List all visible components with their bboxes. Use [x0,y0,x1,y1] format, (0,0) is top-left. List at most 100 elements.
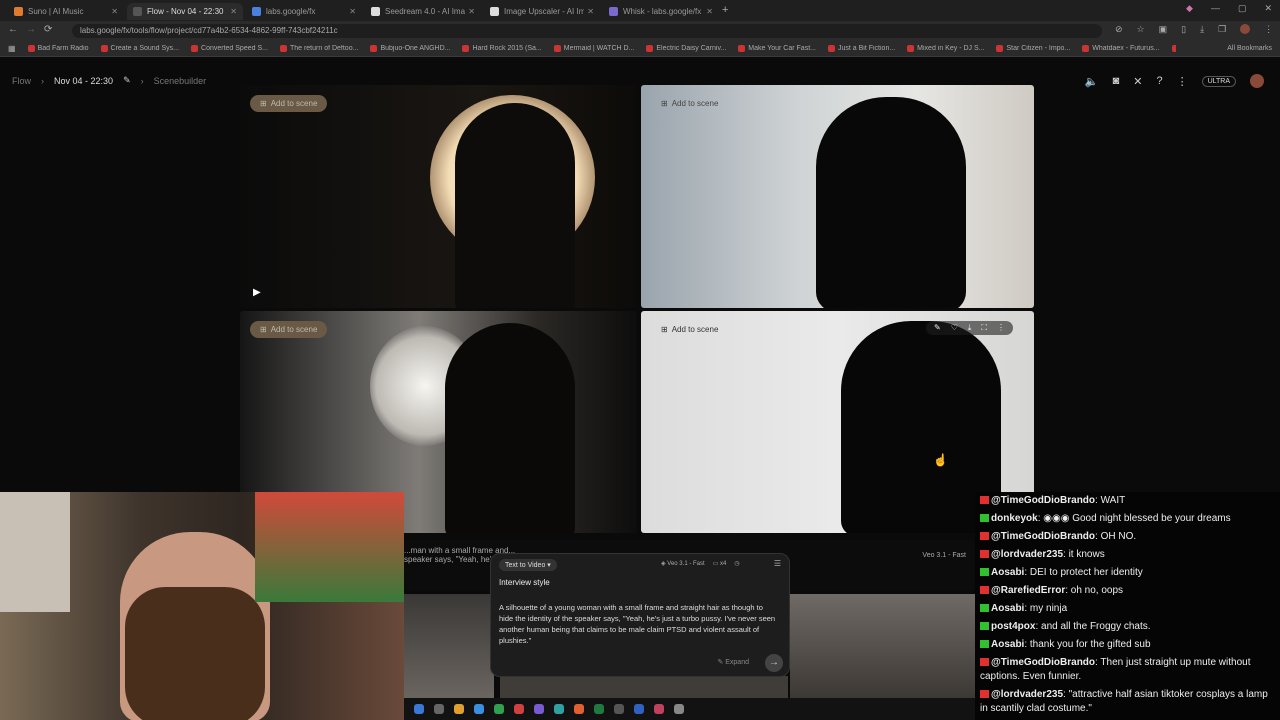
x-icon[interactable]: ✕ [1133,75,1142,88]
extensions-icon[interactable]: ▣ [1159,24,1168,35]
bookmark-item[interactable]: Bubjuo-One ANGHD... [370,45,450,52]
more-icon[interactable]: ⋮ [997,323,1005,333]
fullscreen-icon[interactable]: ⛶ [981,323,987,333]
browser-tab[interactable]: Seedream 4.0 - AI Image Gen✕ [365,3,481,20]
bookmark-favicon-icon [279,45,287,52]
download-icon[interactable]: ⤓ [968,323,972,333]
bookmark-item[interactable]: Hard Rock 2015 (Sa... [462,45,542,52]
sidebar-icon[interactable]: ▯ [1181,24,1186,35]
bookmark-item[interactable]: Just a Bit Fiction... [827,45,895,52]
send-button[interactable]: → [765,654,783,672]
app-icon[interactable] [574,704,584,714]
discord-icon[interactable]: ◙ [1113,75,1120,87]
play-icon[interactable]: ▶ [253,287,261,298]
heart-icon[interactable]: ♡ [951,323,958,333]
maximize-icon[interactable]: ▢ [1238,3,1247,14]
close-window-icon[interactable]: ✕ [1264,3,1272,14]
tab-close-icon[interactable]: ✕ [230,7,237,16]
edge-icon[interactable] [474,704,484,714]
add-to-scene-button[interactable]: ⊞ Add to scene [250,321,328,338]
tab-close-icon[interactable]: ✕ [349,7,356,16]
chat-text: it knows [1068,549,1105,560]
help-icon[interactable]: ? [1156,75,1162,87]
bookmark-item[interactable]: Bad Farm Radio [27,45,89,52]
style-label[interactable]: Interview style [499,578,550,587]
discord-icon[interactable] [534,704,544,714]
bookmark-favicon-icon [27,45,35,52]
app-icon[interactable] [654,704,664,714]
tab-close-icon[interactable]: ✕ [111,7,118,16]
chat-username: @lordvader235 [991,689,1064,700]
browser-tab[interactable]: Suno | AI Music ✕ [8,3,124,20]
search-icon[interactable] [434,704,444,714]
timer-icon[interactable]: ◷ [734,560,739,567]
edit-pencil-icon[interactable]: ✎ [123,75,131,86]
address-bar[interactable]: labs.google/fx/tools/flow/project/cd77a4… [72,24,1102,38]
star-icon[interactable]: ☆ [1137,24,1145,35]
bookmark-label: Converted Speed S... [201,45,268,52]
profile-dot-icon[interactable]: ◆ [1186,3,1193,14]
bookmark-item[interactable]: Bonobo Session Buil... [1171,45,1176,52]
prompt-input[interactable]: A silhouette of a young woman with a sma… [499,602,779,646]
folder-icon[interactable] [454,704,464,714]
excel-icon[interactable] [594,704,604,714]
settings-icon[interactable]: ☰ [774,559,781,568]
mode-selector[interactable]: Text to Video ▾ [499,559,557,571]
video-thumb[interactable] [500,676,788,698]
project-title[interactable]: Nov 04 - 22:30 [54,76,113,86]
browser-tab[interactable]: Flow - Nov 04 - 22:30 ✕ [127,3,243,20]
crumb-flow[interactable]: Flow [12,76,31,86]
start-icon[interactable] [414,704,424,714]
user-avatar[interactable] [1250,74,1264,88]
new-tab-button[interactable]: + [722,4,728,16]
browser-tab[interactable]: labs.google/fx ✕ [246,3,362,20]
tab-close-icon[interactable]: ✕ [706,7,713,16]
add-to-scene-button[interactable]: ⊞ Add to scene [651,321,728,338]
bookmark-item[interactable]: Electric Daisy Carniv... [646,45,726,52]
volume-icon[interactable]: 🔈 [1085,75,1099,88]
app-icon[interactable] [494,704,504,714]
all-bookmarks-link[interactable]: All Bookmarks [1227,45,1272,52]
video-thumb[interactable] [790,594,975,698]
video-thumb[interactable] [404,594,494,698]
eye-off-icon[interactable]: ⊘ [1115,24,1123,35]
edit-icon[interactable]: ✎ [934,323,941,333]
browser-tab[interactable]: Whisk - labs.google/fx ✕ [603,3,719,20]
tab-close-icon[interactable]: ✕ [587,7,594,16]
add-to-scene-button[interactable]: ⊞ Add to scene [250,95,328,112]
menu-icon[interactable]: ⋮ [1264,24,1273,35]
back-icon[interactable]: ← [8,24,18,35]
browser-tab[interactable]: Image Upscaler - AI Image Up✕ [484,3,600,20]
bookmark-item[interactable]: Converted Speed S... [191,45,268,52]
bookmark-item[interactable]: Create a Sound Sys... [100,45,179,52]
count-selector[interactable]: ▭ x4 [713,560,727,567]
chrome-icon[interactable] [514,704,524,714]
bookmark-item[interactable]: Star Citizen - Impo... [996,45,1070,52]
forward-icon[interactable]: → [26,24,36,35]
reload-icon[interactable]: ⟳ [44,24,52,35]
video-tile[interactable]: ⊞ Add to scene ▶ [240,85,637,308]
crumb-scenebuilder[interactable]: Scenebuilder [154,76,207,86]
app-icon[interactable] [674,704,684,714]
app-icon[interactable] [614,704,624,714]
bookmark-item[interactable]: Mermaid | WATCH D... [553,45,634,52]
add-to-scene-button[interactable]: ⊞ Add to scene [651,95,728,112]
download-icon[interactable]: ⤓ [1200,24,1204,35]
bookmark-item[interactable]: Mixed in Key - DJ S... [907,45,984,52]
account-avatar[interactable] [1240,24,1251,34]
video-tile[interactable]: ⊞ Add to scene [641,85,1034,308]
bookmark-item[interactable]: Make Your Car Fast... [738,45,816,52]
silhouette [455,103,575,308]
copy-icon[interactable]: ❐ [1218,24,1226,35]
app-icon[interactable] [554,704,564,714]
expand-button[interactable]: ✎ Expand [717,658,749,666]
bookmark-favicon-icon [1082,45,1090,52]
tab-close-icon[interactable]: ✕ [468,7,475,16]
model-selector[interactable]: ◈ Veo 3.1 - Fast [661,560,705,567]
app-icon[interactable] [634,704,644,714]
bookmark-item[interactable]: Whatdaex - Futurus... [1082,45,1160,52]
minimize-icon[interactable]: — [1211,3,1220,14]
more-icon[interactable]: ⋮ [1177,75,1188,88]
bookmark-item[interactable]: The return of Deftoo... [279,45,358,52]
apps-icon[interactable]: ▦ [8,44,16,53]
